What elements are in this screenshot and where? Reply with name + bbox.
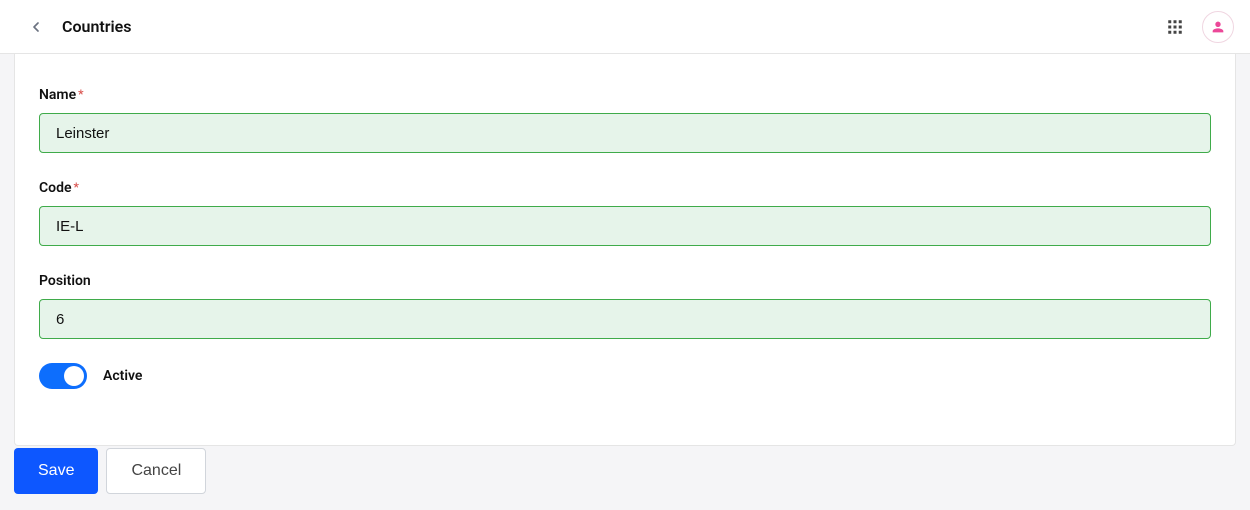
cancel-button[interactable]: Cancel [106,448,206,494]
form-card: Name* Code* Position Active [14,54,1236,446]
position-field: Position [39,270,1211,339]
footer-actions: Save Cancel [0,448,1250,494]
name-label: Name* [39,87,84,103]
code-field: Code* [39,177,1211,246]
active-toggle[interactable] [39,363,87,389]
user-avatar[interactable] [1202,11,1234,43]
back-icon[interactable] [28,19,44,35]
position-input[interactable] [39,299,1211,339]
name-label-text: Name [39,87,76,103]
toggle-knob [64,366,84,386]
active-field: Active [39,363,1211,389]
apps-grid-icon[interactable] [1162,14,1188,40]
name-input[interactable] [39,113,1211,153]
header-left: Countries [28,17,132,36]
name-field: Name* [39,84,1211,153]
active-label: Active [103,368,142,384]
code-input[interactable] [39,206,1211,246]
code-label-text: Code [39,180,72,196]
page-title: Countries [62,17,132,36]
user-icon [1210,19,1226,35]
save-button[interactable]: Save [14,448,98,494]
required-star-icon: * [74,180,79,194]
required-star-icon: * [78,87,83,101]
code-label: Code* [39,180,79,196]
position-label: Position [39,273,91,289]
page-header: Countries [0,0,1250,54]
header-right [1162,11,1234,43]
